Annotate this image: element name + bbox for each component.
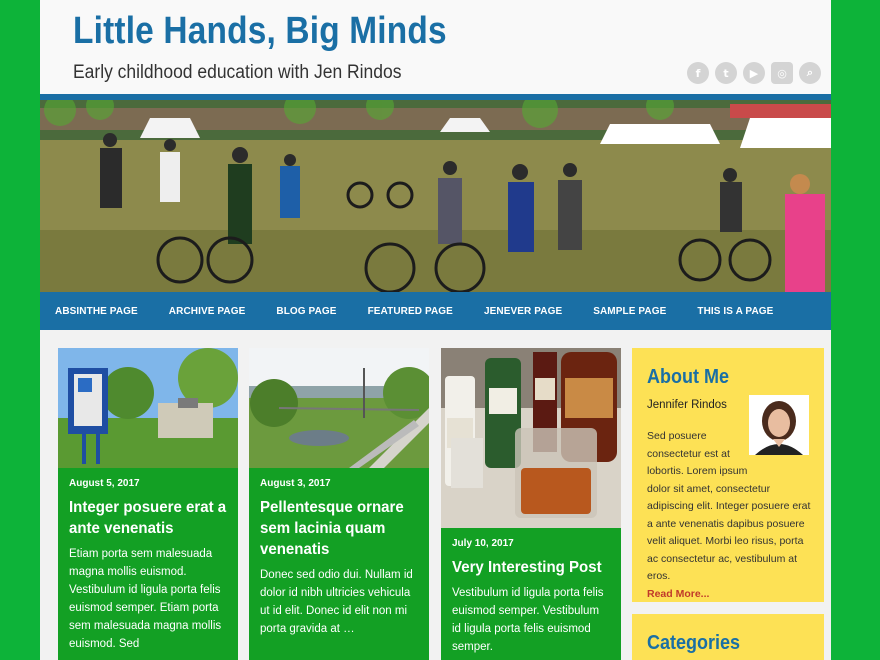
author-name: Jennifer Rindos xyxy=(647,399,727,411)
author-bio: Sed posuere consectetur est at lobortis.… xyxy=(647,428,815,603)
widget-title: About Me xyxy=(647,366,729,388)
nav-item-jenever-page[interactable]: JENEVER PAGE xyxy=(484,306,562,317)
nav-item-archive-page[interactable]: ARCHIVE PAGE xyxy=(169,306,246,317)
post-thumbnail[interactable] xyxy=(441,348,621,528)
post-card: July 10, 2017 Very Interesting Post Vest… xyxy=(441,348,621,660)
facebook-icon[interactable]: f xyxy=(687,62,709,84)
post-excerpt: Etiam porta sem malesuada magna mollis e… xyxy=(69,548,222,650)
widget-title: Categories xyxy=(647,632,741,654)
nav-item-blog-page[interactable]: BLOG PAGE xyxy=(276,306,336,317)
nav-item-featured-page[interactable]: FEATURED PAGE xyxy=(368,306,453,317)
twitter-icon[interactable]: t xyxy=(715,62,737,84)
post-title[interactable]: Pellentesque ornare sem lacinia quam ven… xyxy=(260,497,420,560)
read-more-link[interactable]: Read More... xyxy=(647,588,709,600)
site-header: Little Hands, Big Minds Early childhood … xyxy=(40,0,831,94)
post-thumbnail[interactable] xyxy=(58,348,238,468)
site-title[interactable]: Little Hands, Big Minds xyxy=(73,10,447,53)
post-date: August 5, 2017 xyxy=(69,478,140,489)
post-excerpt: Vestibulum id ligula porta felis euismod… xyxy=(452,587,604,653)
page-container: Little Hands, Big Minds Early childhood … xyxy=(40,0,831,660)
post-title[interactable]: Integer posuere erat a ante venenatis xyxy=(69,497,229,539)
post-date: August 3, 2017 xyxy=(260,478,331,489)
categories-widget: Categories xyxy=(632,614,824,660)
post-title[interactable]: Very Interesting Post xyxy=(452,557,612,578)
post-excerpt: Donec sed odio dui. Nullam id dolor id n… xyxy=(260,569,413,635)
post-date: July 10, 2017 xyxy=(452,538,514,549)
nav-item-this-is-a-page[interactable]: THIS IS A PAGE xyxy=(697,306,773,317)
social-links: f t ▶ ◎ ⌕ xyxy=(687,62,821,84)
post-card: August 5, 2017 Integer posuere erat a an… xyxy=(58,348,238,660)
site-description: Early childhood education with Jen Rindo… xyxy=(73,62,402,83)
instagram-icon[interactable]: ◎ xyxy=(771,62,793,84)
search-icon[interactable]: ⌕ xyxy=(799,62,821,84)
avatar-spacer xyxy=(750,428,815,468)
post-thumbnail[interactable] xyxy=(249,348,429,468)
nav-item-sample-page[interactable]: SAMPLE PAGE xyxy=(593,306,666,317)
hero-image xyxy=(40,100,831,292)
about-me-widget: About Me Jennifer Rindos Sed posuere con… xyxy=(632,348,824,602)
nav-item-absinthe-page[interactable]: ABSINTHE PAGE xyxy=(55,306,138,317)
youtube-icon[interactable]: ▶ xyxy=(743,62,765,84)
main-navigation: ABSINTHE PAGE ARCHIVE PAGE BLOG PAGE FEA… xyxy=(40,292,831,330)
post-card: August 3, 2017 Pellentesque ornare sem l… xyxy=(249,348,429,660)
